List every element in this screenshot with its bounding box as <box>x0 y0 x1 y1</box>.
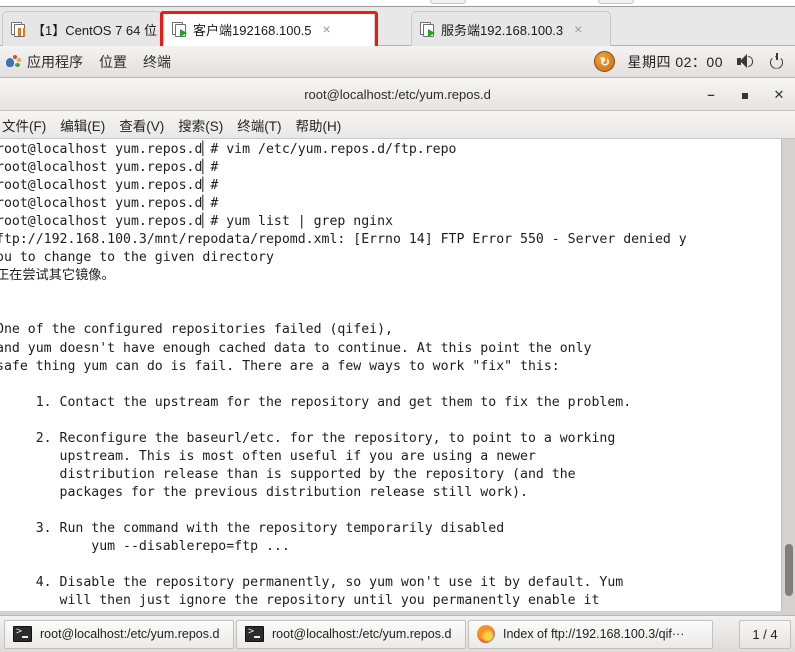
terminal-menu-edit[interactable]: 编辑(E) <box>60 115 105 135</box>
terminal-menu-search[interactable]: 搜索(S) <box>178 115 223 135</box>
panel-clock[interactable]: 星期四 02：00 <box>627 52 723 72</box>
chrome-ghost-button-2 <box>598 0 634 4</box>
taskbar-item-label: root@localhost:/etc/yum.repos.d <box>40 627 220 641</box>
vm-tab-server[interactable]: 服务端192.168.100.3 × <box>411 11 611 46</box>
vm-tab-client[interactable]: 客户端192168.100.5 × <box>163 11 375 46</box>
minimize-icon[interactable]: – <box>703 88 719 101</box>
terminal-title-bar[interactable]: root@localhost:/etc/yum.repos.d – ✕ <box>0 78 795 111</box>
gnome-bottom-taskbar: root@localhost:/etc/yum.repos.d root@loc… <box>0 615 795 652</box>
menu-places[interactable]: 位置 <box>99 52 127 72</box>
gnome-foot-icon <box>6 54 21 69</box>
power-icon[interactable] <box>767 52 787 72</box>
taskbar-item-label: Index of ftp://192.168.100.3/qif··· <box>503 627 685 641</box>
workspace-pager[interactable]: 1 / 4 <box>739 619 791 649</box>
terminal-menu-help[interactable]: 帮助(H) <box>296 115 342 135</box>
vm-tab-label: 客户端192168.100.5 <box>193 22 312 38</box>
taskbar-item-terminal-1[interactable]: root@localhost:/etc/yum.repos.d <box>4 619 234 649</box>
menu-terminal-label: 终端 <box>143 53 171 70</box>
vm-tab-label: 服务端192.168.100.3 <box>441 22 564 38</box>
terminal-vertical-scrollbar[interactable] <box>781 139 795 615</box>
gnome-top-panel: 应用程序 位置 终端 ↻ 星期四 02：00 <box>0 46 795 78</box>
terminal-menu-bar: 文件(F) 编辑(E) 查看(V) 搜索(S) 终端(T) 帮助(H) <box>0 111 795 139</box>
chrome-ghost-button-1 <box>430 0 466 4</box>
vm-paused-icon <box>11 21 26 37</box>
vm-tab-close-icon[interactable]: × <box>569 22 587 36</box>
window-controls: – ✕ <box>703 78 787 111</box>
terminal-menu-view[interactable]: 查看(V) <box>119 115 164 135</box>
vm-tab-centos7[interactable]: 【1】CentOS 7 64 位 × <box>2 11 176 46</box>
panel-status-group: ↻ 星期四 02：00 <box>594 51 795 72</box>
update-indicator-icon[interactable]: ↻ <box>594 51 616 72</box>
terminal-menu-terminal[interactable]: 终端(T) <box>237 115 281 135</box>
terminal-icon <box>13 626 32 642</box>
terminal-title-text: root@localhost:/etc/yum.repos.d <box>304 86 491 102</box>
menu-places-label: 位置 <box>99 53 127 70</box>
speaker-icon[interactable] <box>735 52 755 72</box>
terminal-output-text: root@localhost yum.repos.d▏# vim /etc/yu… <box>0 142 687 609</box>
vm-running-icon <box>420 21 435 37</box>
window-chrome-top-strip <box>0 0 795 7</box>
vm-tab-label: 【1】CentOS 7 64 位 <box>32 22 157 38</box>
taskbar-item-label: root@localhost:/etc/yum.repos.d <box>272 627 452 641</box>
firefox-icon <box>477 625 495 643</box>
terminal-scrollbar-thumb[interactable] <box>785 544 793 596</box>
vm-tab-bar: 【1】CentOS 7 64 位 × 客户端192168.100.5 × 服务端… <box>0 7 795 52</box>
panel-menu-group: 应用程序 位置 终端 <box>0 52 171 72</box>
terminal-window: root@localhost:/etc/yum.repos.d – ✕ 文件(F… <box>0 78 795 615</box>
vm-running-icon <box>172 21 187 37</box>
menu-terminal[interactable]: 终端 <box>143 52 171 72</box>
taskbar-item-firefox[interactable]: Index of ftp://192.168.100.3/qif··· <box>468 619 713 649</box>
menu-applications[interactable]: 应用程序 <box>6 52 83 72</box>
close-icon[interactable]: ✕ <box>771 88 787 101</box>
maximize-icon[interactable] <box>737 88 753 101</box>
terminal-menu-file[interactable]: 文件(F) <box>2 115 46 135</box>
vm-tab-close-icon[interactable]: × <box>318 22 336 36</box>
menu-applications-label: 应用程序 <box>27 53 83 70</box>
terminal-icon <box>245 626 264 642</box>
terminal-content-area[interactable]: root@localhost yum.repos.d▏# vim /etc/yu… <box>0 139 795 615</box>
taskbar-item-terminal-2[interactable]: root@localhost:/etc/yum.repos.d <box>236 619 466 649</box>
